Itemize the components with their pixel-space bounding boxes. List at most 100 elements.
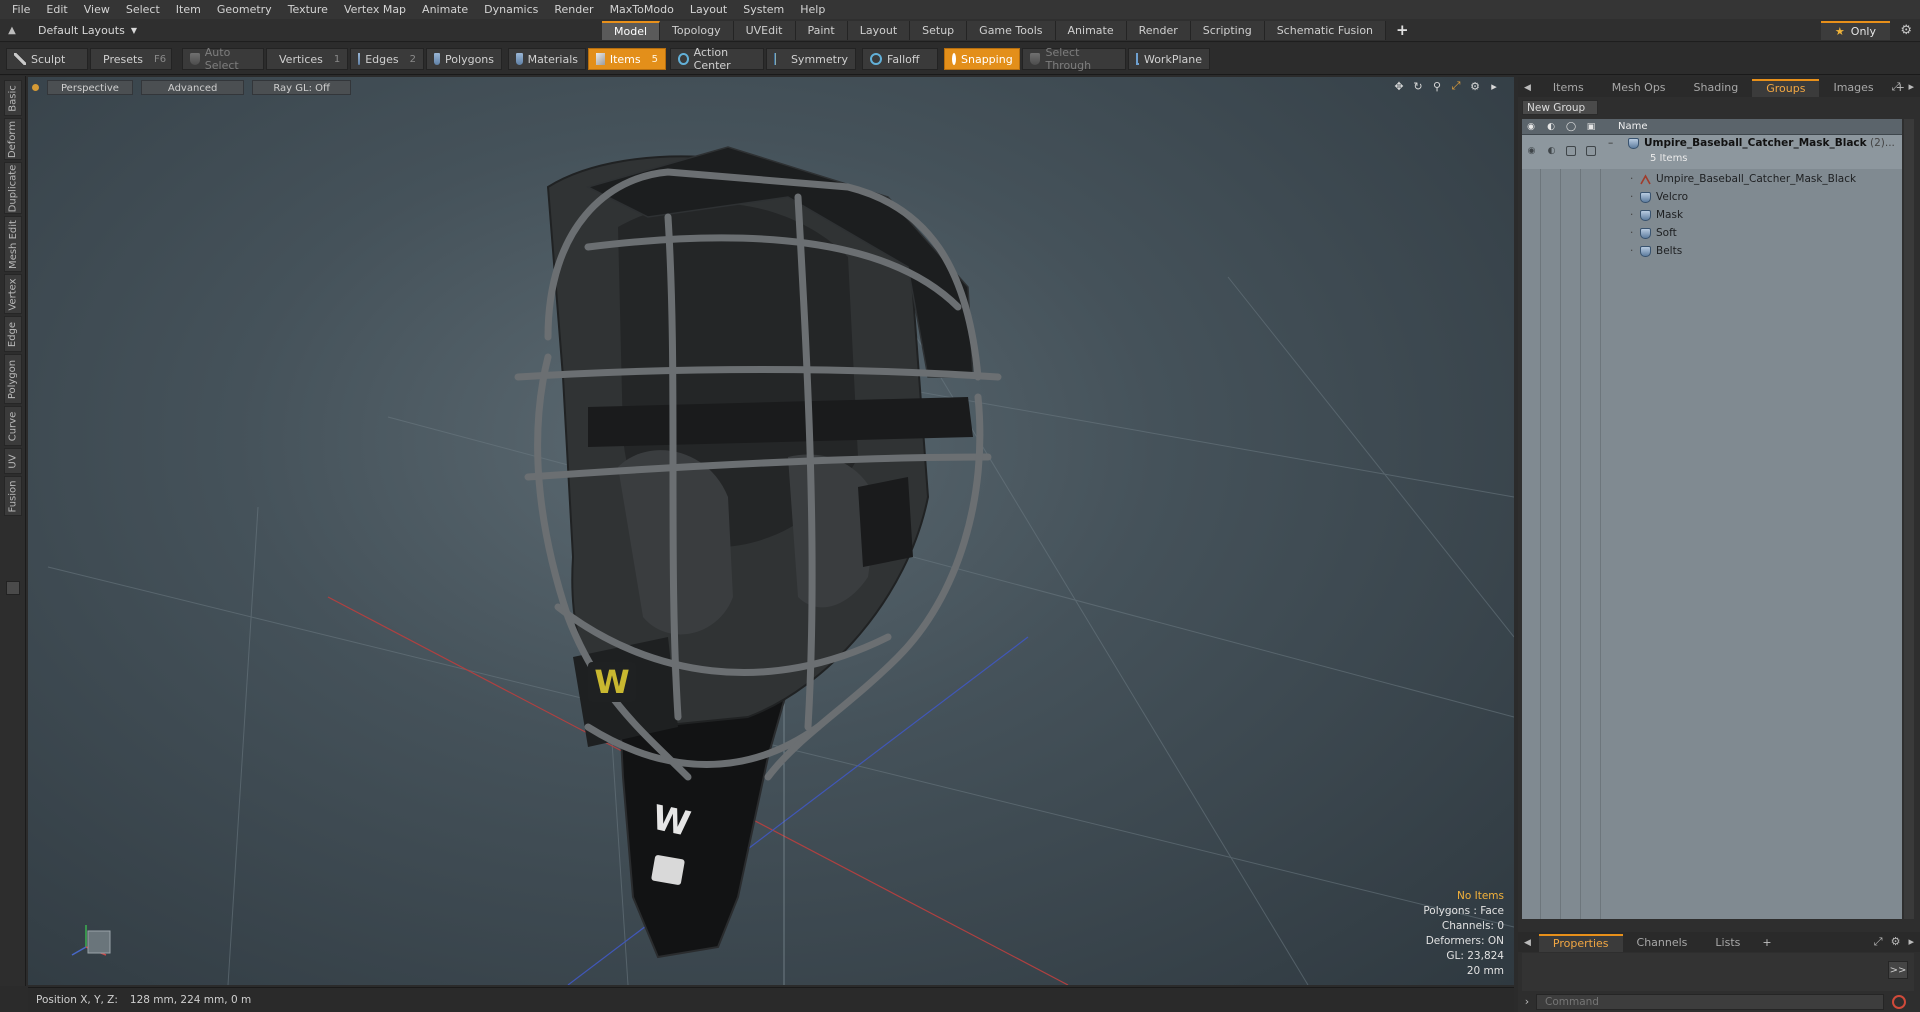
edges-button[interactable]: Edges 2	[350, 48, 424, 70]
viewport-menu-icon[interactable]	[32, 83, 39, 91]
render-column-icon[interactable]: ◐	[1545, 121, 1557, 133]
vtab-fusion[interactable]: Fusion	[4, 476, 22, 516]
vtab-curve[interactable]: Curve	[4, 406, 22, 446]
select-through-button[interactable]: Select Through	[1022, 46, 1126, 72]
falloff-button[interactable]: Falloff	[862, 48, 938, 70]
vtab-deform[interactable]: Deform	[4, 118, 22, 160]
maximize-icon[interactable]: ⤢	[1892, 80, 1901, 94]
expand-toggle[interactable]: –	[1608, 137, 1613, 149]
visibility-column-icon[interactable]: ◉	[1525, 121, 1537, 133]
items-button[interactable]: Items 5	[588, 48, 666, 70]
tab-properties[interactable]: Properties	[1538, 934, 1623, 952]
menu-vertex-map[interactable]: Vertex Map	[338, 0, 416, 19]
snapping-button[interactable]: Snapping	[944, 48, 1020, 70]
layout-dropdown[interactable]: ▲ Default Layouts ▼	[6, 22, 137, 39]
tab-animate[interactable]: Animate	[1055, 21, 1127, 40]
new-group-button[interactable]: New Group	[1522, 100, 1599, 115]
menu-render[interactable]: Render	[548, 0, 603, 19]
collapse-icon[interactable]: ▲	[6, 25, 18, 37]
pan-icon[interactable]: ✥	[1393, 80, 1405, 93]
tab-mesh-ops[interactable]: Mesh Ops	[1598, 79, 1680, 97]
viewport-gear-icon[interactable]: ⚙	[1469, 80, 1481, 93]
menu-system[interactable]: System	[737, 0, 794, 19]
stop-icon[interactable]	[1892, 994, 1906, 1009]
tab-lists[interactable]: Lists	[1701, 934, 1754, 952]
tab-images[interactable]: Images	[1819, 79, 1887, 97]
polygons-button[interactable]: Polygons	[426, 48, 502, 70]
menu-file[interactable]: File	[6, 0, 40, 19]
symmetry-button[interactable]: Symmetry	[766, 48, 856, 70]
render-toggle-icon[interactable]: ◐	[1546, 145, 1557, 156]
tab-setup[interactable]: Setup	[910, 21, 968, 40]
zoom-icon[interactable]: ⚲	[1431, 80, 1443, 93]
tab-layout[interactable]: Layout	[847, 21, 911, 40]
action-center-button[interactable]: Action Center	[670, 46, 764, 72]
menu-view[interactable]: View	[78, 0, 120, 19]
properties-expand-icon[interactable]: ▸	[1908, 935, 1914, 949]
menu-select[interactable]: Select	[120, 0, 170, 19]
list-item[interactable]: · Umpire_Baseball_Catcher_Mask_Black	[1522, 171, 1902, 189]
panel-toggle-button[interactable]	[6, 581, 20, 595]
menu-edit[interactable]: Edit	[40, 0, 77, 19]
list-item[interactable]: · Soft	[1522, 225, 1902, 243]
lock-toggle-icon[interactable]	[1566, 146, 1576, 156]
properties-maximize-icon[interactable]: ⤢	[1874, 935, 1883, 949]
menu-animate[interactable]: Animate	[416, 0, 478, 19]
viewport-expand-icon[interactable]: ▸	[1488, 80, 1500, 93]
select-column-icon[interactable]: ▣	[1585, 121, 1597, 133]
tab-paint[interactable]: Paint	[795, 21, 848, 40]
panel-menu-icon[interactable]: ◀	[1524, 79, 1531, 97]
tab-items[interactable]: Items	[1539, 79, 1598, 97]
add-tab-button[interactable]: +	[1386, 21, 1419, 40]
tab-scripting[interactable]: Scripting	[1190, 21, 1265, 40]
menu-help[interactable]: Help	[794, 0, 835, 19]
vtab-polygon[interactable]: Polygon	[4, 354, 22, 404]
tab-game-tools[interactable]: Game Tools	[967, 21, 1056, 40]
menu-texture[interactable]: Texture	[282, 0, 338, 19]
bottom-panel-menu-icon[interactable]: ◀	[1524, 934, 1531, 952]
menu-maxtomodo[interactable]: MaxToModo	[604, 0, 684, 19]
lock-column-icon[interactable]: ◯	[1565, 121, 1577, 133]
group-row[interactable]: ◉ ◐ – Umpire_Baseball_Catcher_Mask_Black…	[1522, 135, 1902, 169]
vtab-basic[interactable]: Basic	[4, 80, 22, 116]
tab-uvedit[interactable]: UVEdit	[733, 21, 796, 40]
name-column-header[interactable]: Name	[1618, 121, 1648, 132]
list-item[interactable]: · Belts	[1522, 243, 1902, 261]
properties-gear-icon[interactable]: ⚙	[1891, 935, 1901, 949]
only-toggle[interactable]: ★ Only	[1820, 21, 1890, 40]
3d-viewport[interactable]: W W Perspective Advanced Ray GL: Off ✥ ↻…	[28, 77, 1514, 985]
presets-button[interactable]: Presets F6	[90, 48, 172, 70]
command-input[interactable]	[1536, 993, 1884, 1010]
eye-icon[interactable]: ◉	[1526, 145, 1537, 156]
vtab-uv[interactable]: UV	[4, 448, 22, 474]
tab-model[interactable]: Model	[602, 21, 661, 40]
tab-schematic-fusion[interactable]: Schematic Fusion	[1264, 21, 1387, 40]
tab-channels[interactable]: Channels	[1623, 934, 1702, 952]
vertices-button[interactable]: Vertices 1	[266, 48, 348, 70]
tab-topology[interactable]: Topology	[660, 21, 734, 40]
tab-groups[interactable]: Groups	[1752, 79, 1820, 97]
menu-item[interactable]: Item	[170, 0, 211, 19]
tab-render[interactable]: Render	[1126, 21, 1191, 40]
fit-view-icon[interactable]: ⤢	[1450, 79, 1462, 92]
list-scrollbar[interactable]	[1904, 119, 1914, 919]
add-properties-tab-button[interactable]: +	[1754, 934, 1779, 952]
vtab-edge[interactable]: Edge	[4, 316, 22, 352]
menu-layout[interactable]: Layout	[684, 0, 737, 19]
materials-button[interactable]: Materials	[508, 48, 586, 70]
panel-expand-icon[interactable]: ▸	[1908, 80, 1914, 94]
gear-icon[interactable]: ⚙	[1900, 23, 1912, 38]
vtab-vertex[interactable]: Vertex	[4, 274, 22, 314]
view-mode-button[interactable]: Perspective	[47, 79, 133, 95]
raygl-button[interactable]: Ray GL: Off	[252, 79, 351, 95]
workplane-button[interactable]: WorkPlane	[1128, 48, 1210, 70]
vtab-duplicate[interactable]: Duplicate	[4, 162, 22, 214]
auto-select-button[interactable]: Auto Select	[182, 46, 264, 72]
menu-dynamics[interactable]: Dynamics	[478, 0, 548, 19]
shading-mode-button[interactable]: Advanced	[140, 79, 245, 95]
list-item[interactable]: · Velcro	[1522, 189, 1902, 207]
tab-shading[interactable]: Shading	[1680, 79, 1753, 97]
list-item[interactable]: · Mask	[1522, 207, 1902, 225]
vtab-mesh-edit[interactable]: Mesh Edit	[4, 216, 22, 272]
select-toggle-icon[interactable]	[1586, 146, 1596, 156]
